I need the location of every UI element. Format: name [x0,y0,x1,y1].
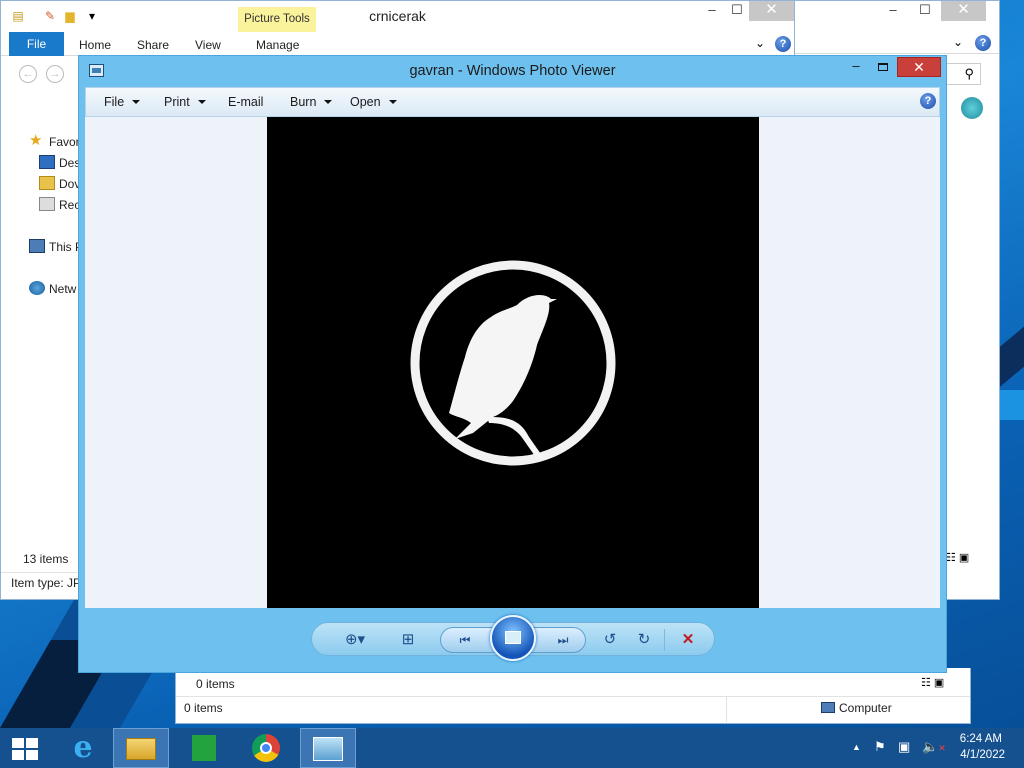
item-type: Item type: JP [11,576,82,590]
network-icon[interactable]: ▣ [898,739,910,755]
explorer-window-computer: 0 items ☷ ▣ 0 items Computer [175,668,971,724]
close-button[interactable]: ✕ [749,1,794,21]
minimize-button[interactable]: – [845,59,867,77]
maximize-button[interactable]: ☐ [911,1,939,21]
close-button[interactable]: ✕ [897,57,941,77]
sea-shell-icon [961,97,983,119]
menu-print[interactable]: Print [164,95,206,109]
menu-burn[interactable]: Burn [290,95,333,109]
location-computer: Computer [821,701,892,715]
help-icon[interactable]: ? [975,35,991,51]
photo-viewer-window: gavran - Windows Photo Viewer – ✕ File P… [78,55,947,673]
rotate-clockwise-icon[interactable]: ↻ [632,629,656,651]
maximize-button[interactable]: ☐ [723,1,751,21]
windows-logo-icon [12,738,38,760]
forward-button[interactable]: → [46,65,64,83]
taskbar: e ▲ ⚑ ▣ 🔈✕ 6:24 AM 4/1/2022 [0,728,1024,768]
item-count: 13 items [23,552,69,566]
network-icon [29,281,45,295]
nav-network[interactable]: Netw [29,280,76,298]
show-hidden-icons[interactable]: ▲ [852,742,861,752]
clock-time[interactable]: 6:24 AM [950,733,1002,745]
minimize-button[interactable]: – [698,1,726,21]
tab-home[interactable]: Home [79,38,111,52]
minimize-button[interactable]: – [879,1,907,21]
view-toggle[interactable]: ☷ ▣ [921,676,944,689]
ribbon-expand-icon[interactable]: ⌄ [753,36,767,50]
menu-email[interactable]: E-mail [228,95,263,109]
clock-date[interactable]: 4/1/2022 [950,749,1005,761]
fit-to-window-icon[interactable]: ⊞ [396,629,420,651]
delete-icon[interactable]: ✕ [676,629,700,651]
view-toggle[interactable]: ☷ ▣ [946,551,969,564]
help-icon[interactable]: ? [775,36,791,52]
tab-view[interactable]: View [195,38,221,52]
picture-tools-label: Picture Tools [238,7,316,32]
raven-logo [410,260,616,466]
volume-muted-icon[interactable]: 🔈✕ [922,739,946,755]
slideshow-button[interactable] [490,615,536,661]
close-button[interactable]: ✕ [941,1,986,21]
maximize-button[interactable] [873,59,895,77]
recent-places-icon [39,197,55,211]
star-icon: ★ [29,132,43,149]
chrome-icon[interactable] [238,728,294,768]
back-button[interactable]: ← [19,65,37,83]
window-title: gavran - Windows Photo Viewer [409,63,616,79]
menu-file[interactable]: File [104,95,141,109]
tab-manage[interactable]: Manage [256,38,299,52]
file-explorer-icon[interactable] [113,728,169,768]
items-count-status: 0 items [184,701,223,715]
tab-share[interactable]: Share [137,38,169,52]
viewer-controls: ⊕▾ ⊞ ⏮ ⏭ ↺ ↻ ✕ [311,615,715,661]
menu-bar: File Print E-mail Burn Open ? [85,87,940,117]
zoom-icon[interactable]: ⊕▾ [338,629,372,651]
rotate-counterclockwise-icon[interactable]: ↺ [598,629,622,651]
action-center-flag-icon[interactable]: ⚑ [874,739,886,755]
computer-icon [821,702,835,713]
photo-image[interactable] [267,117,759,608]
internet-explorer-icon[interactable]: e [56,728,112,768]
desktop-icon [39,155,55,169]
search-icon: ⚲ [964,66,974,81]
nav-favorites[interactable]: ★ Favor [29,133,80,151]
store-icon[interactable] [176,728,232,768]
items-count-top: 0 items [196,677,235,691]
computer-icon [29,239,45,253]
window-title: crnicerak [369,8,426,24]
image-canvas [85,117,940,608]
downloads-icon [39,176,55,190]
next-icon[interactable]: ⏭ [551,629,575,651]
chevron-down-icon[interactable]: ⌄ [951,35,965,49]
start-button[interactable] [0,728,56,768]
search-box[interactable]: ⚲ [941,63,981,85]
photo-viewer-taskbar-icon[interactable] [300,728,356,768]
menu-open[interactable]: Open [350,95,397,109]
tab-file[interactable]: File [9,32,64,56]
help-icon[interactable]: ? [920,93,936,109]
previous-icon[interactable]: ⏮ [453,629,477,651]
